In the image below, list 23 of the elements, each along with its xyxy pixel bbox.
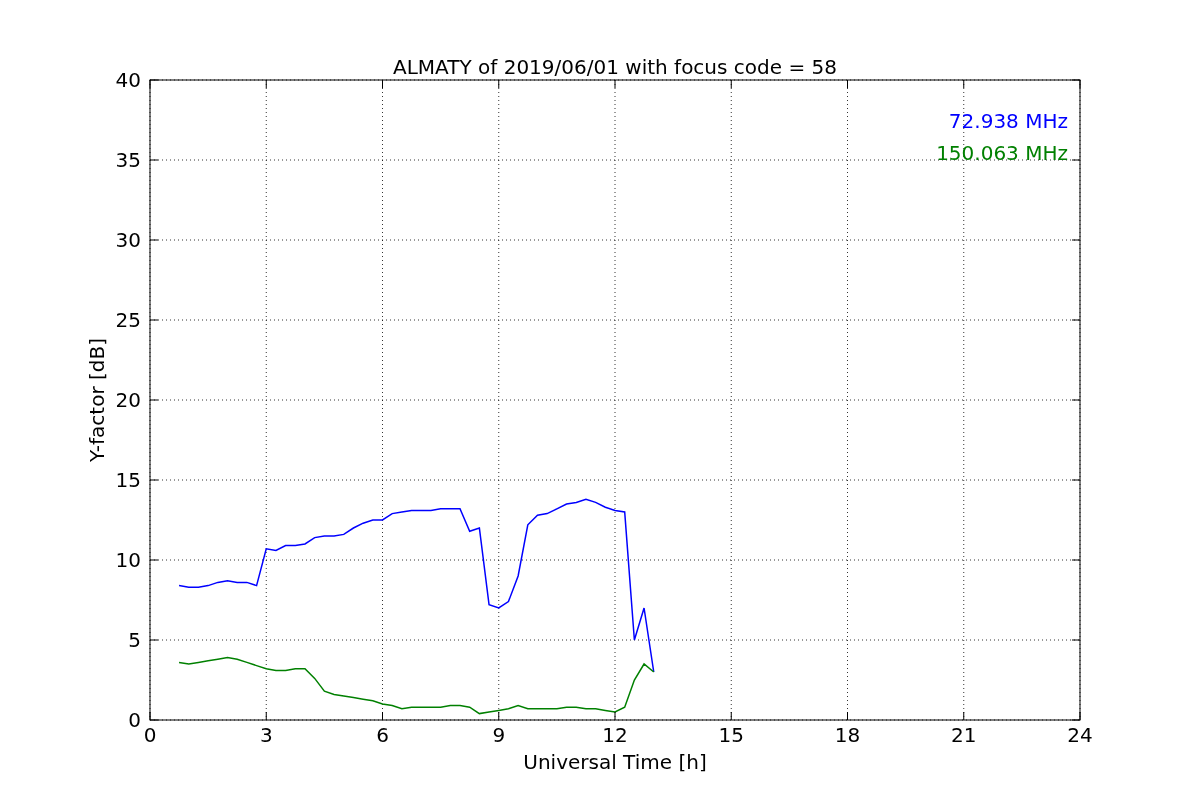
axis-label: Universal Time [h]: [523, 750, 707, 774]
legend-label: 72.938 MHz: [948, 109, 1068, 133]
tick-label: 20: [115, 388, 141, 412]
axis-label: Y-factor [dB]: [85, 338, 109, 462]
tick-label: 25: [115, 308, 141, 332]
tick-label: 5: [128, 628, 141, 652]
tick-label: 3: [259, 723, 273, 747]
tick-label: 30: [115, 228, 141, 252]
tick-label: 15: [115, 468, 141, 492]
legend-label: 150.063 MHz: [936, 141, 1068, 165]
tick-label: 0: [143, 723, 157, 747]
tick-label: 10: [115, 548, 141, 572]
tick-label: 21: [951, 723, 977, 747]
chart-title: ALMATY of 2019/06/01 with focus code = 58: [393, 55, 837, 79]
tick-label: 40: [115, 68, 141, 92]
tick-label: 6: [376, 723, 389, 747]
tick-label: 35: [115, 148, 141, 172]
tick-label: 18: [834, 723, 861, 747]
tick-label: 15: [718, 723, 744, 747]
tick-label: 9: [492, 723, 506, 747]
tick-label: 12: [602, 723, 628, 747]
tick-label: 0: [128, 708, 141, 732]
tick-label: 24: [1067, 723, 1093, 747]
